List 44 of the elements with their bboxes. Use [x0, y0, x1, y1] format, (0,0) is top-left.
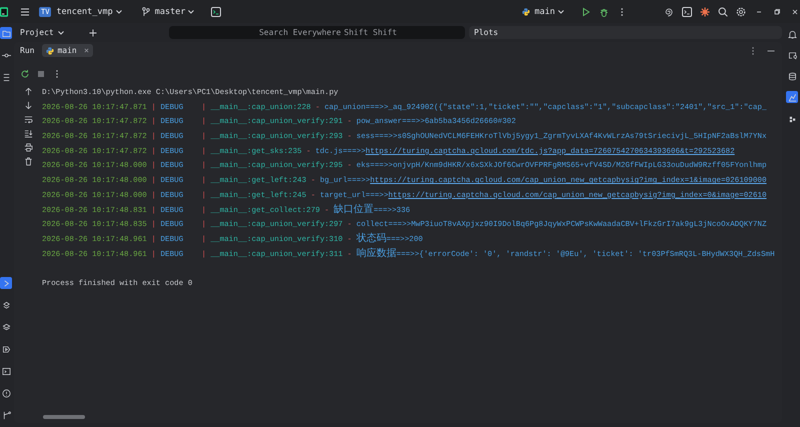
search-icon[interactable]	[718, 6, 728, 16]
run-panel-title: Run	[20, 46, 34, 55]
bell-icon[interactable]	[786, 28, 798, 40]
chevron-down-icon[interactable]	[58, 30, 64, 34]
terminal-icon[interactable]	[682, 6, 692, 16]
branch-selector[interactable]: master	[138, 4, 198, 18]
folder-icon[interactable]	[0, 27, 12, 39]
python-icon	[46, 46, 54, 54]
restore-icon[interactable]	[772, 6, 782, 16]
trash-icon[interactable]	[24, 157, 32, 166]
chevron-down-icon	[558, 10, 564, 14]
run-tab[interactable]: main	[42, 44, 93, 57]
run-icon[interactable]	[581, 6, 591, 16]
python-icon	[522, 6, 530, 16]
terminal-icon[interactable]	[211, 6, 222, 16]
menu-icon[interactable]	[20, 6, 30, 16]
plus-icon[interactable]	[88, 28, 98, 38]
sparkle-icon[interactable]	[700, 6, 710, 16]
settings-icon[interactable]	[736, 6, 746, 16]
arrow-down-icon[interactable]	[24, 101, 32, 110]
project-panel-title[interactable]: Project	[20, 28, 54, 37]
stop-icon[interactable]	[36, 69, 46, 79]
bug-icon[interactable]	[599, 6, 609, 16]
database-icon[interactable]	[786, 70, 798, 82]
plots-panel-title[interactable]: Plots	[474, 28, 498, 37]
app-logo-icon[interactable]	[0, 6, 8, 18]
run-configuration-selector[interactable]: main	[518, 4, 567, 18]
arrow-up-icon[interactable]	[24, 87, 32, 96]
stack-icon[interactable]	[0, 321, 12, 333]
warning-icon[interactable]	[0, 387, 12, 399]
chevron-down-icon	[188, 10, 194, 14]
terminal-icon[interactable]	[0, 365, 12, 377]
scrollbar-thumb[interactable]	[43, 415, 85, 419]
spiral-icon[interactable]	[664, 6, 674, 16]
chevron-right-icon[interactable]	[0, 277, 12, 289]
close-icon[interactable]	[790, 6, 800, 16]
chart-icon[interactable]	[786, 91, 798, 103]
print-icon[interactable]	[24, 143, 32, 152]
wrap-icon[interactable]	[24, 115, 32, 124]
scroll-to-end-icon[interactable]	[24, 129, 32, 138]
branch-icon	[142, 6, 150, 16]
rerun-icon[interactable]	[20, 69, 30, 79]
chevron-down-icon	[116, 10, 122, 14]
shortcut-hint: Shift Shift	[344, 28, 397, 37]
